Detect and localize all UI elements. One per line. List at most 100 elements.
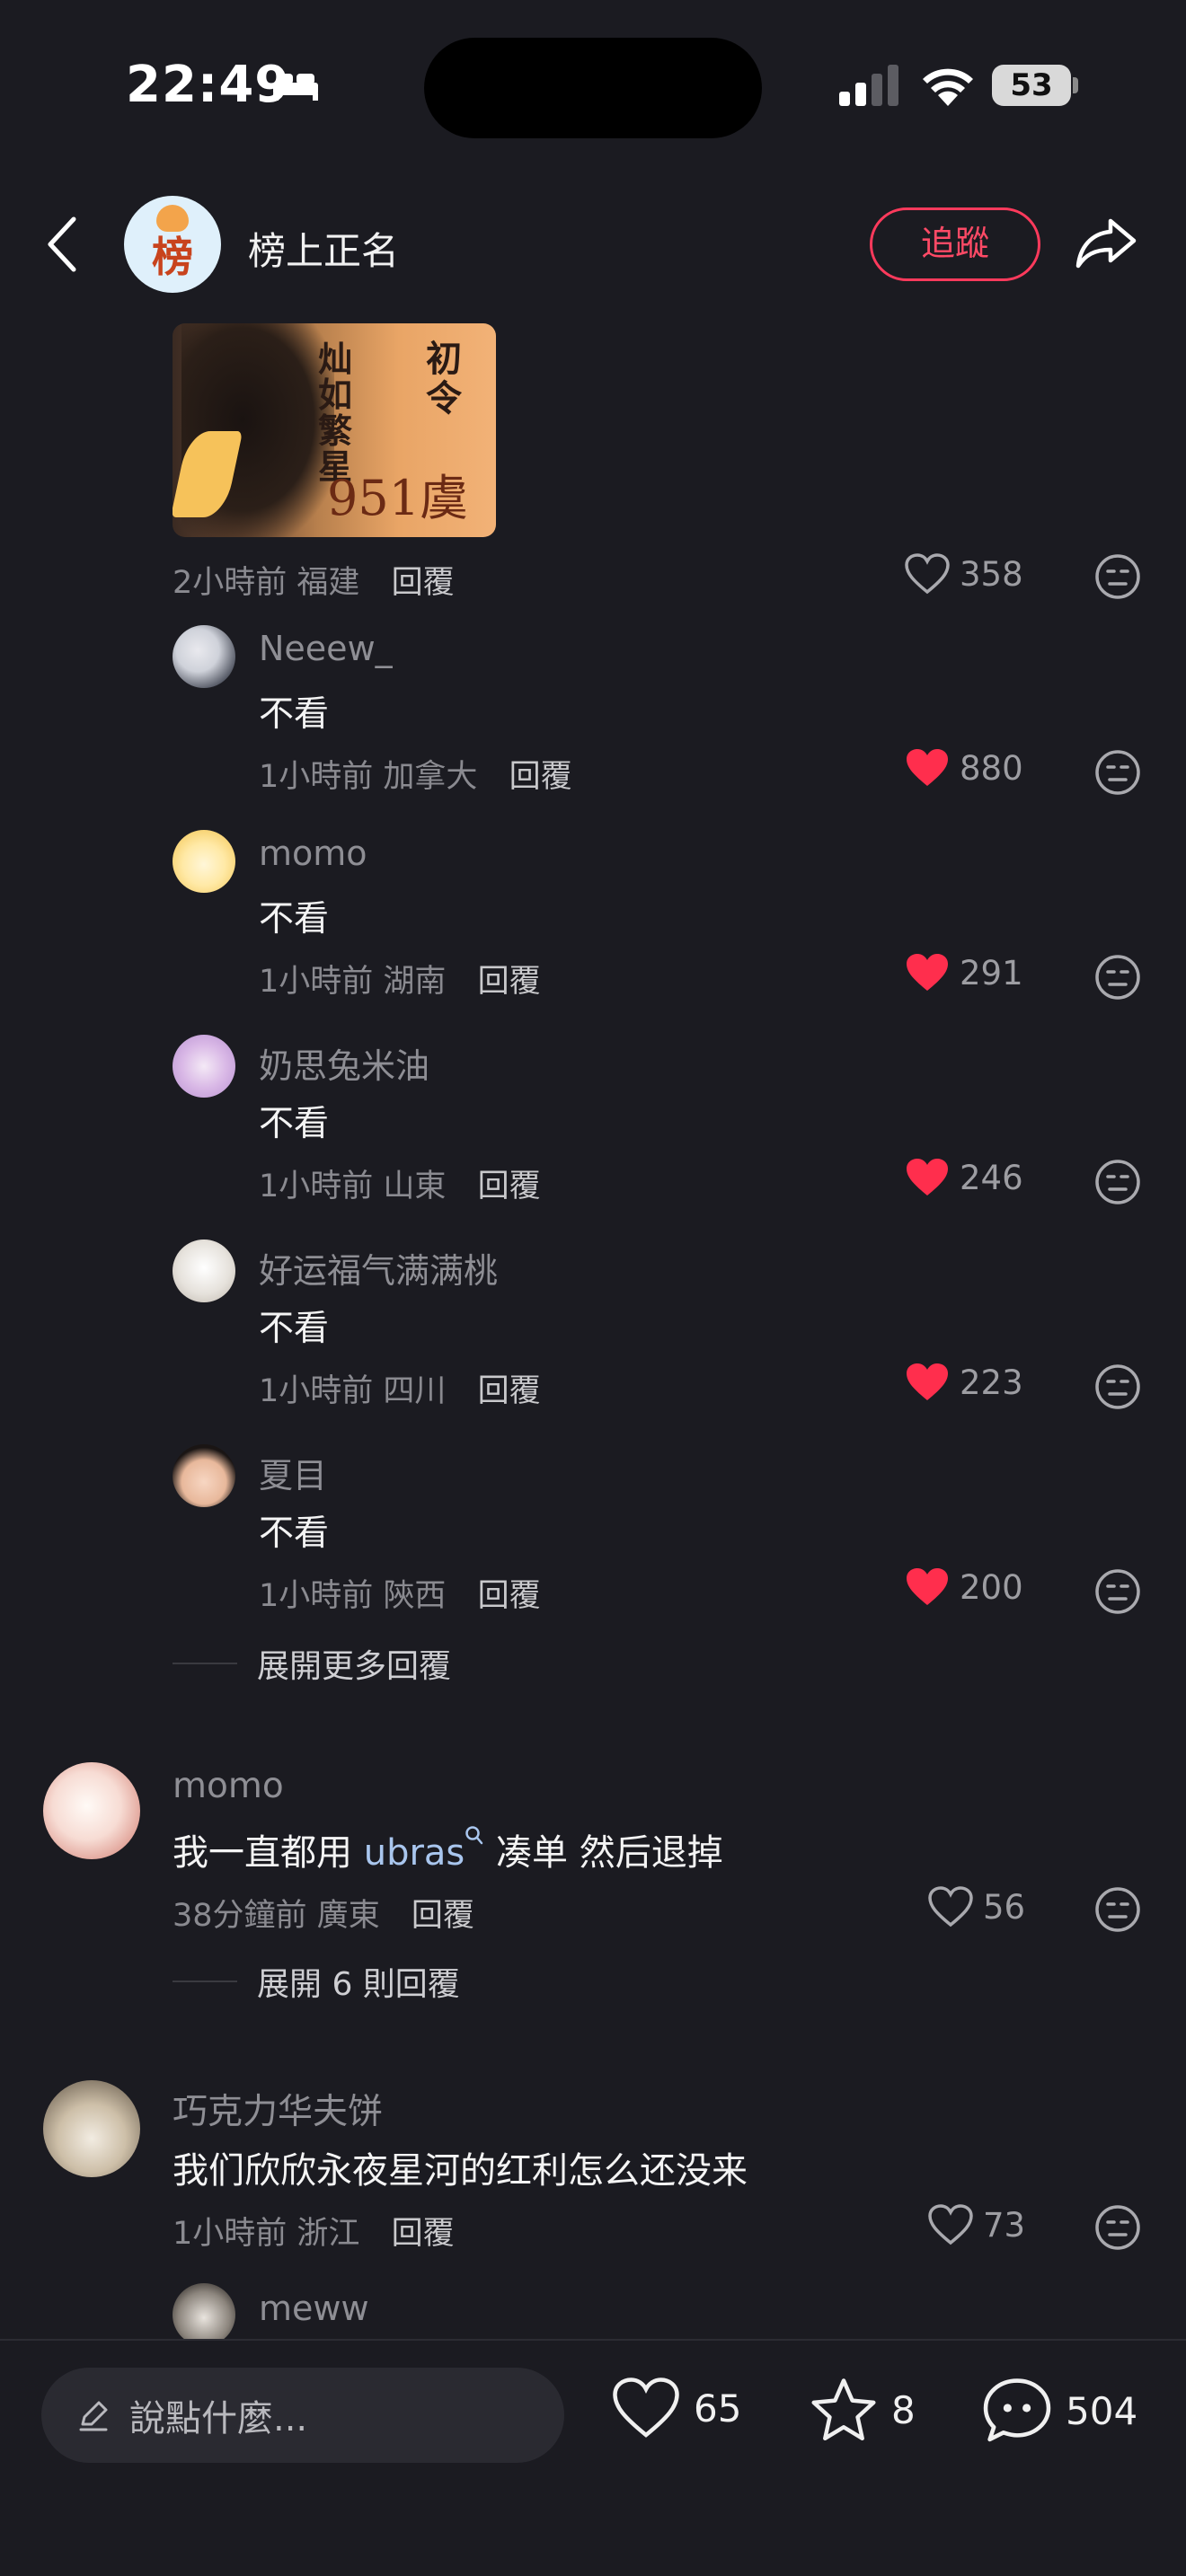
favorite-button[interactable]: 8: [809, 2377, 916, 2443]
comment-avatar[interactable]: [43, 2080, 140, 2177]
dislike-icon[interactable]: [1094, 2204, 1141, 2251]
reply-avatar[interactable]: [173, 1035, 235, 1098]
comments-button[interactable]: 504: [981, 2377, 1137, 2445]
dislike-icon[interactable]: [1094, 553, 1141, 600]
reply-like-count: 223: [960, 1363, 1023, 1402]
reply-meta: 1小時前 加拿大 回覆: [259, 751, 572, 797]
reply-username[interactable]: 夏目: [259, 1448, 327, 1497]
post-meta: 2小時前 福建 回覆: [173, 557, 455, 603]
reply-meta: 1小時前 山東 回覆: [259, 1160, 541, 1206]
dislike-icon[interactable]: [1094, 1159, 1141, 1205]
comment-text: 我们欣欣永夜星河的红利怎么还没来: [173, 2150, 748, 2192]
reply-like-button[interactable]: 223: [904, 1362, 1023, 1403]
search-keyword-link[interactable]: ubras: [364, 1832, 465, 1874]
image-bottom-text: 951虞书欣: [327, 470, 469, 526]
comment-time: 1小時前: [173, 2216, 288, 2252]
heart-filled-icon: [907, 1363, 948, 1400]
post-reply-button[interactable]: 回覆: [392, 565, 455, 601]
comment-username[interactable]: 巧克力华夫饼: [173, 2084, 383, 2134]
reply-like-button[interactable]: 246: [904, 1157, 1023, 1198]
search-icon[interactable]: [465, 1825, 484, 1848]
comment-time: 38分鐘前: [173, 1898, 307, 1934]
back-icon[interactable]: [45, 216, 81, 273]
comment-username[interactable]: momo: [173, 1766, 284, 1806]
reply-username[interactable]: momo: [259, 834, 367, 873]
dislike-icon[interactable]: [1094, 1363, 1141, 1410]
expand-replies[interactable]: 展開 6 則回覆: [173, 1958, 460, 2005]
post-like-button[interactable]: 358: [904, 553, 1023, 595]
status-bar: 22:49 53: [0, 0, 1186, 171]
cellular-signal-icon: [839, 65, 898, 106]
reply-text: 不看: [259, 899, 330, 940]
comment-input[interactable]: 說點什麼...: [41, 2368, 564, 2463]
comment-text: 我一直都用 ubras 凑单 然后退掉: [173, 1823, 723, 1875]
comment-avatar[interactable]: [43, 1762, 140, 1859]
dislike-icon[interactable]: [1094, 1886, 1141, 1933]
comment-like-button[interactable]: 73: [927, 2204, 1025, 2245]
divider-line: [173, 1981, 237, 1982]
reply-meta: 1小時前 四川 回覆: [259, 1365, 541, 1411]
reply-avatar[interactable]: [173, 625, 235, 688]
reply-time: 1小時前: [259, 964, 374, 1000]
comment-text-before: 我一直都用: [173, 1832, 364, 1874]
reply-location: 四川: [383, 1373, 447, 1409]
reply-button[interactable]: 回覆: [509, 759, 572, 795]
comment-reply-button[interactable]: 回覆: [392, 2216, 455, 2252]
dislike-icon[interactable]: [1094, 954, 1141, 1001]
expand-more-replies[interactable]: 展開更多回覆: [173, 1640, 451, 1687]
comment-text-after: 凑单 然后退掉: [484, 1832, 723, 1874]
like-post-button[interactable]: 65: [611, 2377, 741, 2439]
reply-avatar[interactable]: [173, 2283, 235, 2346]
post-header: 榜 榜上正名 追蹤: [0, 189, 1186, 305]
divider-line: [173, 1663, 237, 1664]
comment-like-button[interactable]: 56: [927, 1886, 1025, 1928]
comment-like-count: 73: [983, 2205, 1026, 2245]
reply-like-button[interactable]: 200: [904, 1566, 1023, 1608]
comment-location: 廣東: [316, 1898, 380, 1934]
reply-like-button[interactable]: 880: [904, 747, 1023, 789]
reply-like-count: 880: [960, 748, 1023, 788]
post-time: 2小時前: [173, 565, 288, 601]
reply-meta: 1小時前 陝西 回覆: [259, 1570, 541, 1616]
reply-button[interactable]: 回覆: [478, 1169, 541, 1204]
reply-button[interactable]: 回覆: [478, 1578, 541, 1614]
reply-username[interactable]: meww: [259, 2289, 369, 2328]
reply-avatar[interactable]: [173, 1444, 235, 1507]
account-name[interactable]: 榜上正名: [248, 221, 399, 276]
star-icon: [811, 2378, 876, 2441]
heart-outline-icon: [928, 1886, 973, 1928]
heart-filled-icon: [907, 749, 948, 786]
reply-button[interactable]: 回覆: [478, 964, 541, 1000]
wifi-icon: [923, 68, 973, 106]
battery-indicator: 53: [992, 65, 1071, 106]
reply-time: 1小時前: [259, 1578, 374, 1614]
dislike-icon[interactable]: [1094, 1568, 1141, 1615]
expand-more-label: 展開更多回覆: [257, 1648, 452, 1685]
reply-like-button[interactable]: 291: [904, 952, 1023, 993]
account-avatar[interactable]: 榜: [124, 196, 221, 293]
dislike-icon[interactable]: [1094, 749, 1141, 796]
reply-time: 1小時前: [259, 1373, 374, 1409]
reply-button[interactable]: 回覆: [478, 1373, 541, 1409]
reply-location: 加拿大: [383, 759, 478, 795]
expand-replies-label: 展開 6 則回覆: [257, 1966, 460, 2003]
reply-username[interactable]: 好运福气满满桃: [259, 1243, 498, 1292]
dynamic-island: [424, 38, 762, 138]
comment-reply-button[interactable]: 回覆: [412, 1898, 474, 1934]
post-location: 福建: [296, 565, 360, 601]
share-icon[interactable]: [1075, 216, 1137, 269]
follow-button[interactable]: 追蹤: [870, 207, 1040, 281]
post-image[interactable]: 灿如繁星 初令 951虞书欣: [173, 323, 496, 537]
heart-outline-icon: [928, 2204, 973, 2245]
reply-avatar[interactable]: [173, 830, 235, 893]
comment-bubble-icon: [983, 2378, 1051, 2442]
reply-text: 不看: [259, 694, 330, 735]
post-likes-count: 65: [694, 2386, 742, 2430]
reply-meta: 1小時前 湖南 回覆: [259, 956, 541, 1001]
reply-text: 不看: [259, 1104, 330, 1144]
reply-avatar[interactable]: [173, 1239, 235, 1302]
reply-username[interactable]: 奶思兔米油: [259, 1038, 429, 1088]
reply-location: 陝西: [383, 1578, 447, 1614]
reply-username[interactable]: Neeew_: [259, 629, 393, 668]
heart-filled-icon: [907, 1568, 948, 1605]
